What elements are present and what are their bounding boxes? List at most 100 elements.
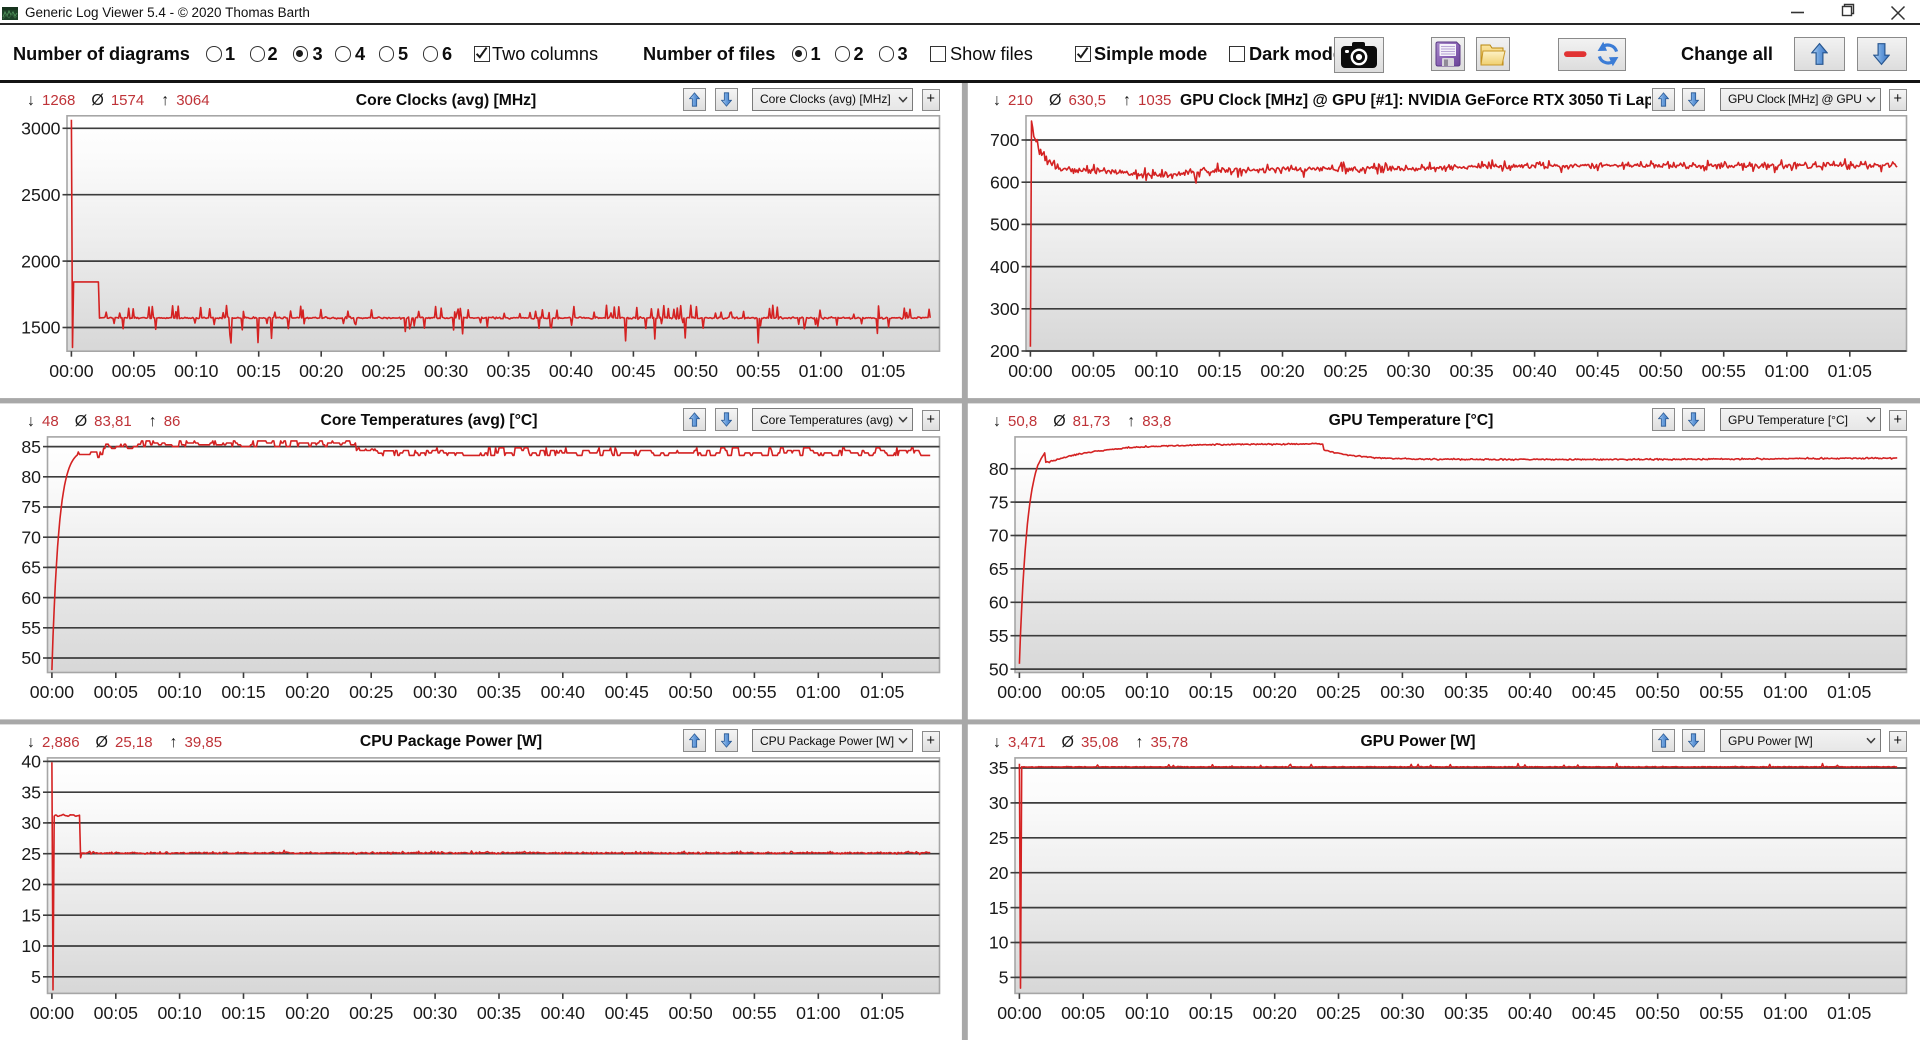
svg-text:55: 55 bbox=[989, 626, 1009, 646]
svg-text:00:05: 00:05 bbox=[1071, 361, 1115, 381]
svg-text:00:20: 00:20 bbox=[285, 682, 329, 702]
svg-text:00:40: 00:40 bbox=[1508, 682, 1552, 702]
svg-text:00:10: 00:10 bbox=[157, 682, 201, 702]
svg-text:00:05: 00:05 bbox=[1061, 682, 1105, 702]
svg-text:60: 60 bbox=[989, 593, 1009, 613]
svg-text:10: 10 bbox=[21, 936, 41, 956]
svg-text:85: 85 bbox=[21, 437, 41, 457]
svg-text:00:45: 00:45 bbox=[611, 361, 655, 381]
svg-text:00:35: 00:35 bbox=[1444, 1003, 1488, 1023]
svg-text:65: 65 bbox=[989, 559, 1009, 579]
svg-text:01:00: 01:00 bbox=[799, 361, 843, 381]
svg-text:50: 50 bbox=[21, 648, 41, 668]
svg-text:1500: 1500 bbox=[21, 318, 61, 338]
svg-text:400: 400 bbox=[990, 257, 1020, 277]
svg-text:55: 55 bbox=[21, 618, 41, 638]
svg-text:300: 300 bbox=[990, 299, 1020, 319]
svg-text:00:40: 00:40 bbox=[541, 1003, 585, 1023]
svg-text:00:25: 00:25 bbox=[1316, 682, 1360, 702]
svg-text:35: 35 bbox=[989, 758, 1009, 778]
svg-text:00:15: 00:15 bbox=[221, 682, 265, 702]
svg-text:00:55: 00:55 bbox=[732, 682, 776, 702]
svg-text:80: 80 bbox=[989, 459, 1009, 479]
svg-text:01:05: 01:05 bbox=[1827, 1003, 1871, 1023]
svg-text:00:45: 00:45 bbox=[1572, 682, 1616, 702]
svg-text:600: 600 bbox=[990, 172, 1020, 192]
svg-text:5: 5 bbox=[999, 968, 1009, 988]
svg-text:00:35: 00:35 bbox=[477, 682, 521, 702]
svg-text:00:40: 00:40 bbox=[549, 361, 593, 381]
svg-text:3000: 3000 bbox=[21, 119, 61, 139]
svg-text:00:15: 00:15 bbox=[1189, 682, 1233, 702]
svg-text:00:05: 00:05 bbox=[112, 361, 156, 381]
svg-text:00:45: 00:45 bbox=[1576, 361, 1620, 381]
svg-text:01:05: 01:05 bbox=[860, 1003, 904, 1023]
svg-text:00:00: 00:00 bbox=[30, 1003, 74, 1023]
svg-text:00:25: 00:25 bbox=[349, 682, 393, 702]
svg-text:00:35: 00:35 bbox=[1449, 361, 1493, 381]
svg-text:00:00: 00:00 bbox=[997, 1003, 1041, 1023]
svg-text:00:15: 00:15 bbox=[237, 361, 281, 381]
svg-text:00:35: 00:35 bbox=[486, 361, 530, 381]
svg-text:00:00: 00:00 bbox=[49, 361, 93, 381]
svg-text:25: 25 bbox=[989, 828, 1009, 848]
svg-text:00:55: 00:55 bbox=[732, 1003, 776, 1023]
svg-text:00:30: 00:30 bbox=[413, 682, 457, 702]
svg-text:00:00: 00:00 bbox=[997, 682, 1041, 702]
svg-text:2000: 2000 bbox=[21, 251, 61, 271]
svg-text:00:00: 00:00 bbox=[30, 682, 74, 702]
svg-text:15: 15 bbox=[21, 906, 41, 926]
svg-text:15: 15 bbox=[989, 898, 1009, 918]
svg-text:70: 70 bbox=[989, 526, 1009, 546]
svg-text:01:00: 01:00 bbox=[1763, 1003, 1807, 1023]
svg-text:00:55: 00:55 bbox=[1702, 361, 1746, 381]
svg-text:00:30: 00:30 bbox=[1380, 1003, 1424, 1023]
svg-text:10: 10 bbox=[989, 933, 1009, 953]
svg-text:500: 500 bbox=[990, 215, 1020, 235]
svg-text:01:00: 01:00 bbox=[1763, 682, 1807, 702]
svg-text:00:30: 00:30 bbox=[413, 1003, 457, 1023]
svg-text:00:25: 00:25 bbox=[1316, 1003, 1360, 1023]
svg-text:00:10: 00:10 bbox=[1125, 682, 1169, 702]
svg-text:00:20: 00:20 bbox=[1253, 682, 1297, 702]
svg-text:00:15: 00:15 bbox=[1197, 361, 1241, 381]
svg-text:65: 65 bbox=[21, 558, 41, 578]
svg-text:00:50: 00:50 bbox=[674, 361, 718, 381]
svg-text:01:05: 01:05 bbox=[861, 361, 905, 381]
svg-text:00:15: 00:15 bbox=[1189, 1003, 1233, 1023]
svg-text:00:10: 00:10 bbox=[1125, 1003, 1169, 1023]
svg-text:00:20: 00:20 bbox=[1260, 361, 1304, 381]
svg-text:5: 5 bbox=[31, 967, 41, 987]
svg-text:00:25: 00:25 bbox=[349, 1003, 393, 1023]
svg-text:00:50: 00:50 bbox=[1636, 682, 1680, 702]
svg-text:00:10: 00:10 bbox=[157, 1003, 201, 1023]
svg-text:00:35: 00:35 bbox=[1444, 682, 1488, 702]
svg-text:35: 35 bbox=[21, 782, 41, 802]
svg-text:00:45: 00:45 bbox=[605, 682, 649, 702]
svg-text:700: 700 bbox=[990, 130, 1020, 150]
svg-text:00:55: 00:55 bbox=[736, 361, 780, 381]
svg-text:00:35: 00:35 bbox=[477, 1003, 521, 1023]
svg-text:00:10: 00:10 bbox=[1134, 361, 1178, 381]
svg-text:40: 40 bbox=[21, 752, 41, 772]
svg-text:200: 200 bbox=[990, 341, 1020, 361]
svg-text:00:05: 00:05 bbox=[1061, 1003, 1105, 1023]
svg-text:00:25: 00:25 bbox=[1323, 361, 1367, 381]
svg-text:00:40: 00:40 bbox=[1512, 361, 1556, 381]
svg-text:00:05: 00:05 bbox=[94, 1003, 138, 1023]
svg-text:00:40: 00:40 bbox=[541, 682, 585, 702]
svg-text:00:00: 00:00 bbox=[1008, 361, 1052, 381]
svg-text:01:05: 01:05 bbox=[1827, 682, 1871, 702]
svg-text:01:00: 01:00 bbox=[796, 682, 840, 702]
svg-text:01:00: 01:00 bbox=[1765, 361, 1809, 381]
svg-text:00:50: 00:50 bbox=[668, 1003, 712, 1023]
svg-text:00:05: 00:05 bbox=[94, 682, 138, 702]
svg-text:75: 75 bbox=[989, 492, 1009, 512]
svg-text:00:30: 00:30 bbox=[424, 361, 468, 381]
svg-text:25: 25 bbox=[21, 844, 41, 864]
svg-text:2500: 2500 bbox=[21, 185, 61, 205]
svg-text:00:55: 00:55 bbox=[1699, 682, 1743, 702]
svg-text:00:45: 00:45 bbox=[1572, 1003, 1616, 1023]
svg-text:00:30: 00:30 bbox=[1386, 361, 1430, 381]
svg-text:00:25: 00:25 bbox=[361, 361, 405, 381]
